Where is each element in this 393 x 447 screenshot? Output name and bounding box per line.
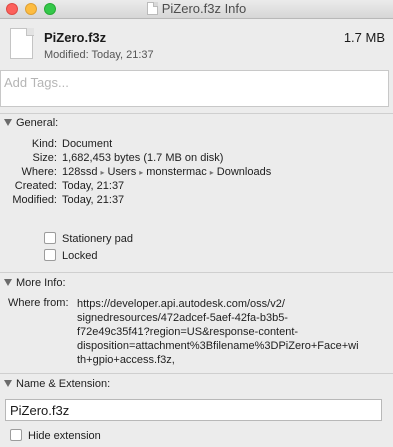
disclosure-triangle-icon[interactable] (4, 119, 12, 126)
created-label: Created: (14, 180, 57, 192)
modified-row: Modified: Today, 21:37 (0, 193, 393, 207)
path-separator-icon: ▸ (100, 168, 105, 177)
path-separator-icon: ▸ (139, 168, 144, 177)
stationery-pad-checkbox[interactable]: Stationery pad (44, 232, 133, 246)
name-extension-input[interactable]: PiZero.f3z (5, 399, 382, 421)
where-from-line: th+gpio+access.f3z, (77, 354, 175, 366)
divider (0, 373, 393, 374)
where-from-value: https://developer.api.autodesk.com/oss/v… (77, 297, 389, 367)
more-info-header-label: More Info: (16, 277, 66, 289)
hide-extension-checkbox[interactable]: Hide extension (10, 429, 101, 443)
where-row: Where: 128ssd ▸ Users ▸ monstermac ▸ Downloads (0, 165, 393, 179)
file-modified: Modified: Today, 21:37 (44, 49, 154, 61)
size-value: 1,682,453 bytes (1.7 MB on disk) (62, 152, 224, 164)
file-fold-icon (26, 28, 34, 36)
kind-row: Kind: Document (0, 137, 393, 151)
size-row: Size: 1,682,453 bytes (1.7 MB on disk) (0, 151, 393, 165)
window-title: PiZero.f3z Info (161, 1, 247, 16)
checkbox-box[interactable] (10, 429, 22, 441)
name-extension-section-header[interactable]: Name & Extension: (4, 378, 110, 390)
checkbox-box[interactable] (44, 249, 56, 261)
checkbox-box[interactable] (44, 232, 56, 244)
tags-placeholder: Add Tags... (4, 75, 69, 90)
where-from-line: f72e49c35f41?region=US&response-content- (77, 326, 299, 338)
where-from-label: Where from: (8, 297, 69, 309)
path-segment: 128ssd (62, 166, 98, 178)
path-separator-icon: ▸ (209, 168, 214, 177)
general-header-label: General: (16, 117, 59, 129)
size-label: Size: (32, 152, 57, 164)
locked-checkbox[interactable]: Locked (44, 249, 97, 263)
general-section-header[interactable]: General: (4, 117, 58, 129)
hide-extension-label: Hide extension (28, 430, 101, 442)
created-row: Created: Today, 21:37 (0, 179, 393, 193)
disclosure-triangle-icon[interactable] (4, 279, 12, 286)
divider (0, 113, 393, 114)
stationery-pad-label: Stationery pad (62, 233, 133, 245)
path-segment: monstermac (146, 166, 207, 178)
kind-label: Kind: (31, 138, 57, 150)
modified-value: Today, 21:37 (62, 194, 125, 206)
where-from-line: disposition=attachment%3Bfilename%3DPiZe… (77, 340, 359, 352)
where-from-line: signedresources/472adcef-5aef-42fa-b3b5- (77, 312, 288, 324)
document-icon (146, 2, 158, 15)
where-path: 128ssd ▸ Users ▸ monstermac ▸ Downloads (62, 165, 271, 180)
file-name: PiZero.f3z (44, 30, 107, 45)
more-info-section-header[interactable]: More Info: (4, 277, 66, 289)
kind-value: Document (62, 138, 113, 150)
divider (0, 272, 393, 273)
title-bar: PiZero.f3z Info (0, 0, 393, 19)
window-title-wrap: PiZero.f3z Info (0, 1, 393, 17)
created-value: Today, 21:37 (62, 180, 125, 192)
path-segment: Users (107, 166, 137, 178)
locked-label: Locked (62, 250, 98, 262)
name-extension-header-label: Name & Extension: (16, 378, 111, 390)
path-segment: Downloads (216, 166, 272, 178)
disclosure-triangle-icon[interactable] (4, 380, 12, 387)
modified-label: Modified: (12, 194, 57, 206)
where-from-line: https://developer.api.autodesk.com/oss/v… (77, 298, 285, 310)
name-extension-value: PiZero.f3z (10, 403, 70, 418)
tags-input[interactable]: Add Tags... (0, 70, 389, 107)
file-size: 1.7 MB (343, 30, 385, 45)
where-label: Where: (21, 166, 57, 178)
